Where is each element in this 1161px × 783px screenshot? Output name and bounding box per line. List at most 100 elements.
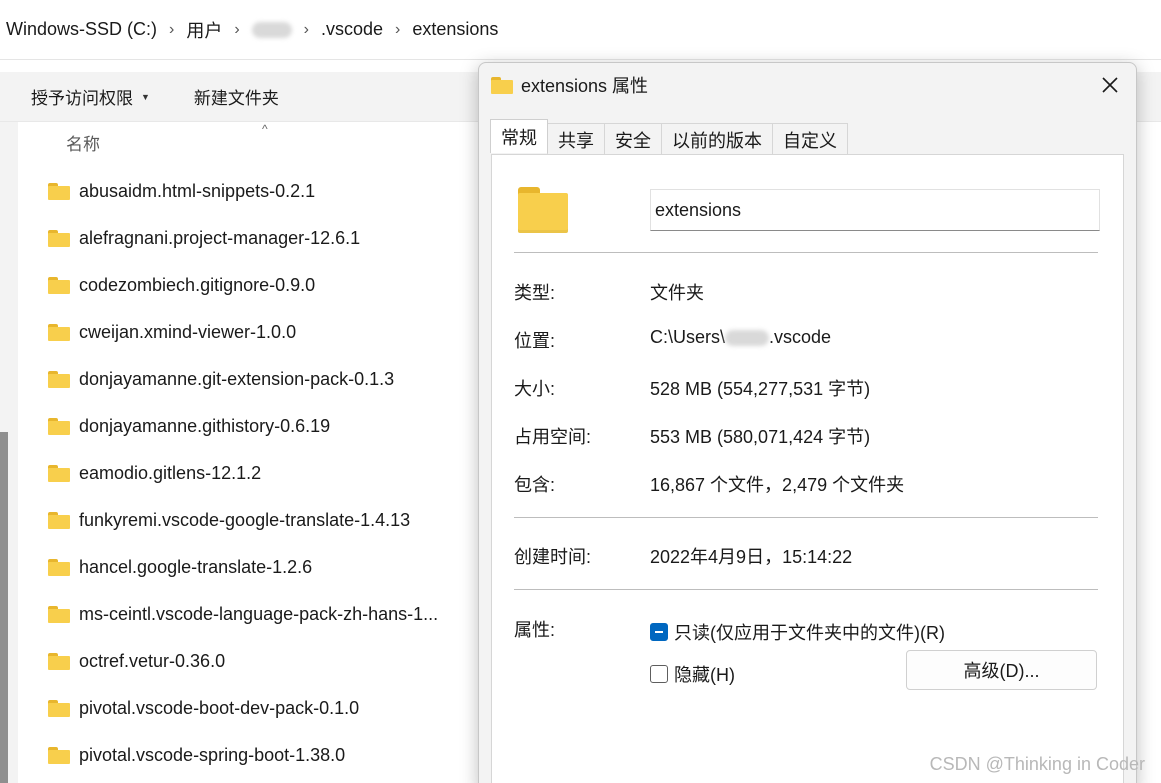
- sort-ascending-icon: ^: [262, 122, 268, 136]
- attributes-label: 属性:: [514, 620, 556, 640]
- address-breadcrumb: Windows-SSD (C:) › 用户 › › .vscode › exte…: [0, 0, 1161, 60]
- dialog-titlebar[interactable]: extensions 属性: [479, 63, 1136, 107]
- dialog-title: extensions 属性: [521, 76, 649, 96]
- location-label: 位置:: [514, 331, 556, 351]
- tab-security[interactable]: 安全: [604, 123, 662, 155]
- grant-access-label: 授予访问权限: [31, 89, 133, 108]
- breadcrumb-drive[interactable]: Windows-SSD (C:): [6, 19, 157, 40]
- divider: [514, 517, 1098, 518]
- folder-icon: [48, 276, 70, 294]
- tab-sharing[interactable]: 共享: [547, 123, 605, 155]
- list-item[interactable]: hancel.google-translate-1.2.6: [48, 552, 478, 582]
- list-item-name: alefragnani.project-manager-12.6.1: [79, 227, 361, 248]
- folder-icon: [48, 182, 70, 200]
- list-item-name: pivotal.vscode-boot-dev-pack-0.1.0: [79, 697, 360, 718]
- list-item[interactable]: eamodio.gitlens-12.1.2: [48, 458, 478, 488]
- tab-customize[interactable]: 自定义: [772, 123, 848, 155]
- general-tab-panel: 类型: 文件夹 位置: C:\Users\ .vscode 大小: 528 MB …: [491, 154, 1124, 783]
- contains-label: 包含:: [514, 475, 556, 495]
- tab-general[interactable]: 常规: [490, 119, 548, 153]
- created-value: 2022年4月9日，15:14:22: [650, 547, 853, 567]
- dropdown-caret-icon: ▼: [141, 91, 150, 102]
- close-button[interactable]: [1098, 73, 1122, 97]
- list-item[interactable]: ms-ceintl.vscode-language-pack-zh-hans-1…: [48, 599, 478, 629]
- location-value: C:\Users\ .vscode: [650, 327, 831, 348]
- close-icon: [1102, 77, 1118, 93]
- list-item-name: eamodio.gitlens-12.1.2: [79, 462, 262, 483]
- hidden-label: 隐藏(H): [674, 665, 735, 685]
- folder-name-field[interactable]: [650, 189, 1100, 231]
- folder-icon: [48, 558, 70, 576]
- divider: [514, 252, 1098, 253]
- folder-icon: [48, 229, 70, 247]
- tab-previous-versions[interactable]: 以前的版本: [661, 123, 773, 155]
- location-suffix: .vscode: [769, 327, 832, 347]
- list-item[interactable]: alefragnani.project-manager-12.6.1: [48, 223, 478, 253]
- folder-icon: [48, 464, 70, 482]
- folder-icon: [48, 417, 70, 435]
- type-value: 文件夹: [650, 283, 704, 303]
- list-item[interactable]: octref.vetur-0.36.0: [48, 646, 478, 676]
- list-item-name: codezombiech.gitignore-0.9.0: [79, 274, 316, 295]
- list-item-name: cweijan.xmind-viewer-1.0.0: [79, 321, 297, 342]
- disk-size-label: 占用空间:: [514, 427, 592, 447]
- divider: [514, 589, 1098, 590]
- list-item[interactable]: cweijan.xmind-viewer-1.0.0: [48, 317, 478, 347]
- breadcrumb-users[interactable]: 用户: [186, 17, 222, 43]
- size-label: 大小:: [514, 379, 556, 399]
- list-item-name: ms-ceintl.vscode-language-pack-zh-hans-1…: [79, 603, 439, 624]
- size-value: 528 MB (554,277,531 字节): [650, 379, 871, 399]
- list-item-name: funkyremi.vscode-google-translate-1.4.13: [79, 509, 411, 530]
- folder-icon: [48, 323, 70, 341]
- breadcrumb-username-redacted[interactable]: [251, 21, 292, 38]
- list-item-name: donjayamanne.githistory-0.6.19: [79, 415, 331, 436]
- breadcrumb-vscode[interactable]: .vscode: [321, 19, 383, 40]
- dialog-tabs: 常规 共享 安全 以前的版本 自定义: [490, 119, 848, 155]
- readonly-checkbox-row[interactable]: 只读(仅应用于文件夹中的文件)(R): [650, 619, 945, 645]
- list-item[interactable]: pivotal.vscode-boot-dev-pack-0.1.0: [48, 693, 478, 723]
- file-list: ^ 名称 abusaidm.html-snippets-0.2.1 alefra…: [18, 122, 478, 783]
- list-item[interactable]: abusaidm.html-snippets-0.2.1: [48, 176, 478, 206]
- folder-icon: [48, 511, 70, 529]
- list-item-name: octref.vetur-0.36.0: [79, 650, 226, 671]
- location-username-redacted: [725, 330, 770, 347]
- navigation-scrollbar[interactable]: [0, 432, 8, 783]
- type-label: 类型:: [514, 283, 556, 303]
- breadcrumb-separator-icon: ›: [234, 20, 240, 38]
- grant-access-button[interactable]: 授予访问权限 ▼: [0, 84, 150, 109]
- readonly-checkbox[interactable]: [650, 623, 668, 641]
- breadcrumb-separator-icon: ›: [395, 20, 401, 38]
- breadcrumb-separator-icon: ›: [169, 20, 175, 38]
- breadcrumb-extensions[interactable]: extensions: [412, 19, 498, 40]
- list-item[interactable]: donjayamanne.git-extension-pack-0.1.3: [48, 364, 478, 394]
- created-label: 创建时间:: [514, 547, 592, 567]
- readonly-label: 只读(仅应用于文件夹中的文件)(R): [674, 623, 945, 643]
- list-item[interactable]: codezombiech.gitignore-0.9.0: [48, 270, 478, 300]
- folder-icon: [48, 605, 70, 623]
- watermark: CSDN @Thinking in Coder: [929, 754, 1145, 774]
- folder-icon: [48, 652, 70, 670]
- folder-icon: [491, 76, 513, 94]
- hidden-checkbox[interactable]: [650, 665, 668, 683]
- hidden-checkbox-row[interactable]: 隐藏(H): [650, 661, 735, 687]
- large-folder-icon: [518, 187, 568, 233]
- folder-icon: [48, 699, 70, 717]
- disk-size-value: 553 MB (580,071,424 字节): [650, 427, 871, 447]
- list-item[interactable]: donjayamanne.githistory-0.6.19: [48, 411, 478, 441]
- advanced-button[interactable]: 高级(D)...: [906, 650, 1097, 690]
- list-item-name: abusaidm.html-snippets-0.2.1: [79, 180, 316, 201]
- properties-dialog: extensions 属性 常规 共享 安全 以前的版本 自定义 类型: 文件夹…: [478, 62, 1137, 783]
- folder-icon: [48, 370, 70, 388]
- contains-value: 16,867 个文件，2,479 个文件夹: [650, 475, 905, 495]
- list-item[interactable]: pivotal.vscode-spring-boot-1.38.0: [48, 740, 478, 770]
- list-item-name: hancel.google-translate-1.2.6: [79, 556, 313, 577]
- list-item[interactable]: funkyremi.vscode-google-translate-1.4.13: [48, 505, 478, 535]
- list-item-name: donjayamanne.git-extension-pack-0.1.3: [79, 368, 395, 389]
- new-folder-label: 新建文件夹: [193, 89, 279, 108]
- column-header-name[interactable]: 名称: [66, 130, 100, 155]
- new-folder-button[interactable]: 新建文件夹: [150, 84, 279, 109]
- breadcrumb-separator-icon: ›: [303, 20, 309, 38]
- folder-icon: [48, 746, 70, 764]
- location-prefix: C:\Users\: [650, 327, 726, 347]
- list-item-name: pivotal.vscode-spring-boot-1.38.0: [79, 744, 346, 765]
